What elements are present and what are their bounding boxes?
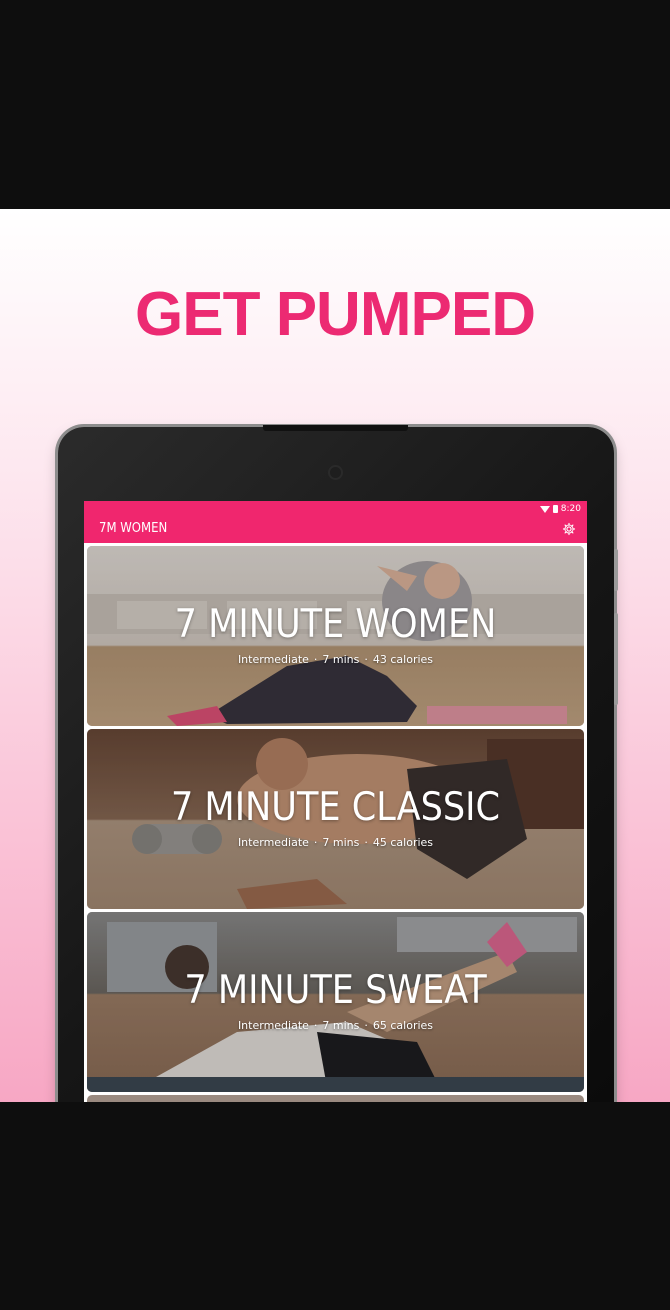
- workout-name: 7 MINUTE CLASSIC: [170, 785, 501, 830]
- status-bar: 8:20: [539, 504, 581, 514]
- status-time: 8:20: [560, 504, 581, 514]
- battery-icon: [552, 505, 558, 513]
- promo-headline: GET PUMPED: [135, 280, 536, 349]
- workout-calories: 45 calories: [372, 836, 434, 849]
- workout-level: Intermediate: [237, 1019, 309, 1032]
- workout-list: 7 MINUTE WOMEN Intermediate · 7 mins · 43 ca…: [87, 546, 584, 1102]
- gear-icon[interactable]: [562, 522, 576, 536]
- tablet-side-button: [614, 549, 618, 591]
- workout-name: 7 MINUTE SWEAT: [184, 968, 487, 1013]
- workout-duration: 7 mins: [322, 836, 360, 849]
- tablet-volume-button: [614, 613, 618, 705]
- tablet-top-bar: [263, 425, 408, 431]
- workout-card-classic[interactable]: 7 MINUTE CLASSIC Intermediate · 7 mins · 45 …: [87, 729, 584, 909]
- workout-duration: 7 mins: [322, 1019, 360, 1032]
- workout-calories: 65 calories: [372, 1019, 434, 1032]
- app-title: 7M WOMEN: [99, 521, 168, 536]
- workout-calories: 43 calories: [372, 653, 434, 666]
- workout-meta: Intermediate · 7 mins · 45 calories: [237, 836, 434, 849]
- workout-level: Intermediate: [237, 836, 309, 849]
- tablet-frame: 8:20 7M WOMEN 7 MINUTE WOMEN Intermediat…: [58, 425, 618, 1102]
- promo-banner: GET PUMPED 8:20 7M WOMEN 7 MINUTE WOMEN …: [0, 209, 670, 1102]
- workout-card-partial[interactable]: [87, 1095, 584, 1102]
- workout-duration: 7 mins: [322, 653, 360, 666]
- workout-card-sweat[interactable]: 7 MINUTE SWEAT Intermediate · 7 mins · 65 ca…: [87, 912, 584, 1092]
- workout-meta: Intermediate · 7 mins · 43 calories: [237, 653, 434, 666]
- workout-meta: Intermediate · 7 mins · 65 calories: [237, 1019, 434, 1032]
- camera-icon: [330, 467, 341, 478]
- app-bar: 8:20 7M WOMEN: [84, 501, 587, 543]
- workout-level: Intermediate: [237, 653, 309, 666]
- workout-name: 7 MINUTE WOMEN: [174, 602, 497, 647]
- wifi-icon: [539, 505, 550, 513]
- workout-card-women[interactable]: 7 MINUTE WOMEN Intermediate · 7 mins · 43 ca…: [87, 546, 584, 726]
- app-screen: 8:20 7M WOMEN 7 MINUTE WOMEN Intermediat…: [84, 501, 587, 1102]
